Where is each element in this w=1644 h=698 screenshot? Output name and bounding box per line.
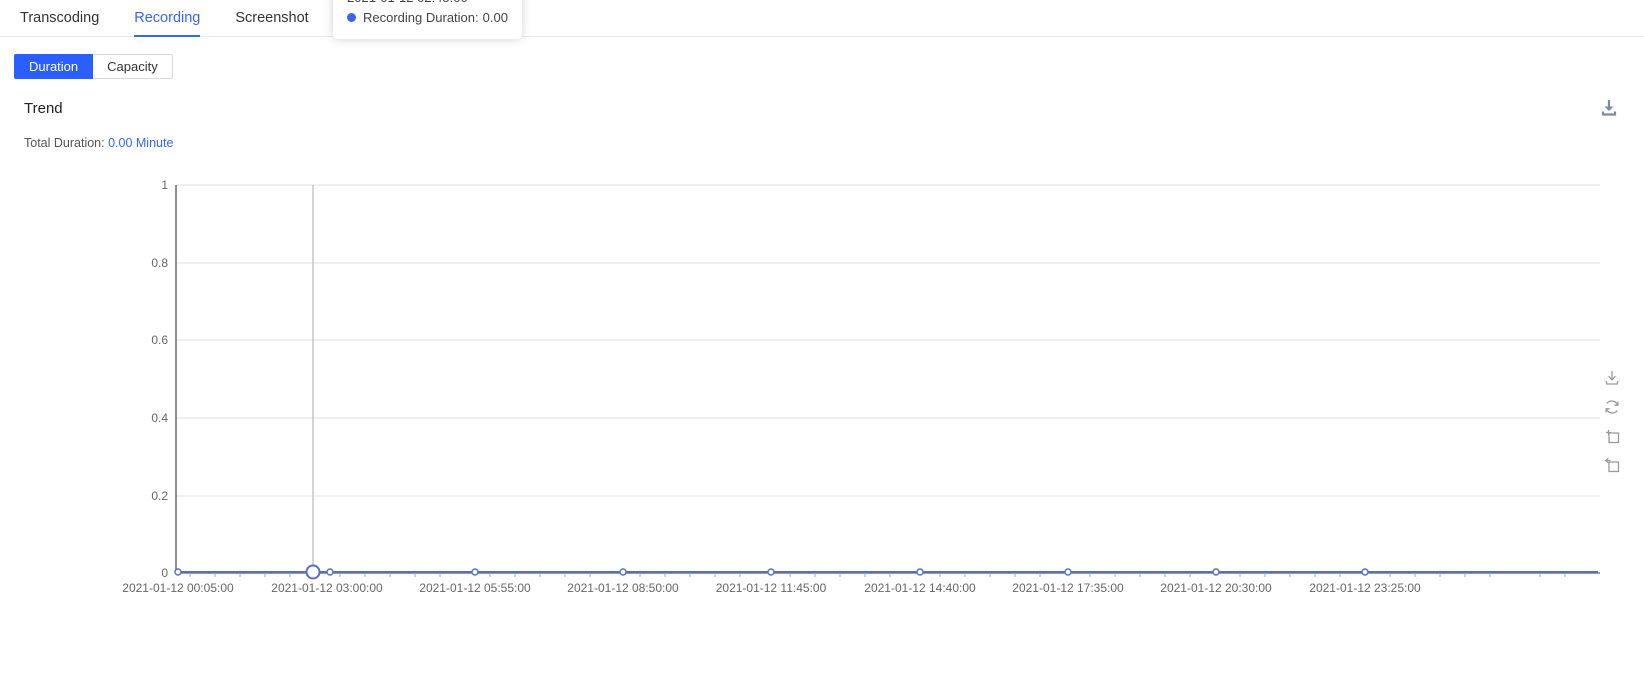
tooltip-time: 2021-01-12 02:45:00 — [347, 0, 508, 8]
refresh-icon[interactable] — [1602, 397, 1622, 417]
svg-text:2021-01-12 14:40:00: 2021-01-12 14:40:00 — [864, 581, 976, 595]
chart-toolbox — [1602, 368, 1622, 475]
svg-text:0.2: 0.2 — [151, 489, 168, 503]
trend-chart[interactable]: 1 0.8 0.6 0.4 0.2 0 2021-01-12 00:05:00 … — [0, 0, 1644, 638]
download-icon-glyph — [1601, 100, 1617, 116]
svg-text:0.8: 0.8 — [151, 256, 168, 270]
svg-text:2021-01-12 11:45:00: 2021-01-12 11:45:00 — [716, 581, 827, 595]
svg-text:2021-01-12 20:30:00: 2021-01-12 20:30:00 — [1160, 581, 1272, 595]
trend-panel-header: Trend Total Duration: 0.00 Minute — [0, 79, 1644, 150]
x-minor-ticks — [189, 572, 1566, 577]
total-duration-value: 0.00 Minute — [108, 136, 174, 150]
chart-gridlines — [176, 184, 1600, 496]
tab-transcoding[interactable]: Transcoding — [20, 10, 99, 37]
download-icon[interactable] — [1598, 97, 1620, 119]
zoom-box-select-icon-glyph — [1606, 430, 1620, 444]
tooltip-series-row: Recording Duration: 0.00 — [347, 8, 508, 28]
svg-text:0: 0 — [161, 566, 168, 580]
svg-text:2021-01-12 17:35:00: 2021-01-12 17:35:00 — [1012, 581, 1124, 595]
svg-text:2021-01-12 08:50:00: 2021-01-12 08:50:00 — [567, 581, 679, 595]
svg-text:2021-01-12 05:55:00: 2021-01-12 05:55:00 — [419, 581, 531, 595]
series-point-highlight — [305, 564, 321, 579]
svg-text:2021-01-12 23:25:00: 2021-01-12 23:25:00 — [1309, 581, 1421, 595]
svg-text:0.4: 0.4 — [151, 411, 168, 425]
chart-tooltip: 2021-01-12 02:45:00 Recording Duration: … — [333, 0, 522, 39]
tab-recording[interactable]: Recording — [134, 10, 201, 37]
save-image-icon[interactable] — [1602, 368, 1622, 388]
trend-chart-canvas: 1 0.8 0.6 0.4 0.2 0 2021-01-12 00:05:00 … — [122, 178, 1600, 595]
svg-text:1: 1 — [161, 178, 168, 192]
total-duration-summary: Total Duration: 0.00 Minute — [24, 137, 1644, 150]
svg-text:2021-01-12 00:05:00: 2021-01-12 00:05:00 — [122, 581, 234, 595]
x-tick-labels: 2021-01-12 00:05:00 2021-01-12 03:00:00 … — [122, 581, 1421, 595]
tooltip-series-label: Recording Duration: — [363, 9, 479, 25]
metric-segmented-control: Duration Capacity — [0, 37, 1644, 79]
segment-duration[interactable]: Duration — [14, 54, 94, 79]
svg-text:0.6: 0.6 — [151, 333, 168, 347]
save-image-icon-glyph — [1605, 371, 1619, 385]
total-duration-label: Total Duration: — [24, 136, 105, 150]
restore-zoom-icon[interactable] — [1602, 455, 1622, 475]
tooltip-series-value: 0.00 — [482, 9, 508, 25]
segment-capacity[interactable]: Capacity — [93, 54, 173, 79]
refresh-icon-glyph — [1605, 400, 1619, 414]
restore-zoom-icon-glyph — [1604, 457, 1620, 473]
y-tick-labels: 1 0.8 0.6 0.4 0.2 0 — [151, 178, 168, 580]
tab-screenshot[interactable]: Screenshot — [235, 10, 308, 37]
zoom-box-select-icon[interactable] — [1602, 426, 1622, 446]
series-marker-dot — [347, 13, 356, 23]
page-title: Trend — [24, 100, 63, 117]
svg-text:2021-01-12 03:00:00: 2021-01-12 03:00:00 — [271, 581, 383, 595]
main-tab-bar: Transcoding Recording Screenshot China P… — [0, 0, 1644, 37]
